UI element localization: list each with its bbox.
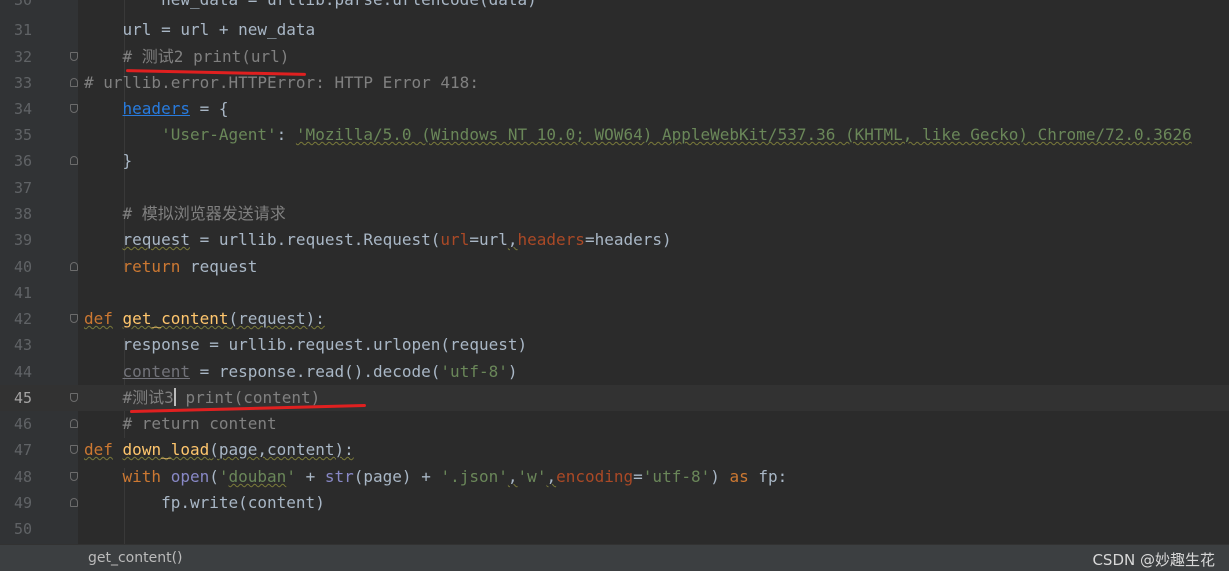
fold-marker-icon[interactable]: [70, 104, 78, 113]
line-number: 30: [13, 0, 32, 9]
code-text[interactable]: }: [84, 151, 133, 171]
code-text[interactable]: def down_load(page,content):: [84, 440, 354, 460]
code-text[interactable]: # 模拟浏览器发送请求: [84, 204, 286, 224]
line-number: 49: [13, 494, 32, 512]
code-editor[interactable]: 30 new_data = urllib.parse.urlencode(dat…: [0, 0, 1229, 544]
code-line[interactable]: 37: [0, 175, 1229, 201]
code-line[interactable]: 32 # 测试2 print(url): [0, 44, 1229, 70]
fold-marker-icon[interactable]: [70, 262, 78, 271]
code-text[interactable]: return request: [84, 257, 258, 277]
line-number: 33: [13, 74, 32, 92]
code-line[interactable]: 40 return request: [0, 254, 1229, 280]
line-number: 48: [13, 468, 32, 486]
code-line[interactable]: 41: [0, 280, 1229, 306]
fold-marker-icon[interactable]: [70, 52, 78, 61]
code-line[interactable]: 34 headers = {: [0, 96, 1229, 122]
code-line[interactable]: 30 new_data = urllib.parse.urlencode(dat…: [0, 0, 1229, 13]
code-text[interactable]: #测试3 print(content): [84, 388, 320, 408]
text-caret: [173, 388, 176, 406]
fold-marker-icon[interactable]: [70, 78, 78, 87]
code-text[interactable]: # urllib.error.HTTPError: HTTP Error 418…: [84, 73, 479, 93]
code-text[interactable]: # return content: [84, 414, 277, 434]
line-number: 50: [13, 520, 32, 538]
code-line[interactable]: 42 def get_content(request):: [0, 306, 1229, 332]
code-text[interactable]: with open('douban' + str(page) + '.json'…: [84, 467, 788, 487]
line-number: 43: [13, 336, 32, 354]
line-number: 47: [13, 441, 32, 459]
breadcrumb[interactable]: get_content(): [88, 550, 183, 566]
code-text[interactable]: response = urllib.request.urlopen(reques…: [84, 335, 528, 355]
code-text[interactable]: headers = {: [84, 99, 229, 119]
code-text[interactable]: url = url + new_data: [84, 20, 316, 40]
code-text[interactable]: content = response.read().decode('utf-8'…: [84, 362, 518, 382]
fold-marker-icon[interactable]: [70, 314, 78, 323]
code-line[interactable]: 43 response = urllib.request.urlopen(req…: [0, 332, 1229, 358]
fold-marker-icon[interactable]: [70, 156, 78, 165]
code-text[interactable]: fp.write(content): [84, 493, 325, 513]
line-number: 35: [13, 126, 32, 144]
fold-marker-icon[interactable]: [70, 419, 78, 428]
code-line[interactable]: 47 def down_load(page,content):: [0, 437, 1229, 463]
status-bar: get_content() CSDN @妙趣生花: [0, 544, 1229, 571]
line-number: 40: [13, 258, 32, 276]
code-line[interactable]: 46 # return content: [0, 411, 1229, 437]
fold-marker-icon[interactable]: [70, 498, 78, 507]
fold-marker-icon[interactable]: [70, 472, 78, 481]
code-line[interactable]: 33 # urllib.error.HTTPError: HTTP Error …: [0, 70, 1229, 96]
line-number: 38: [13, 205, 32, 223]
line-number: 32: [13, 48, 32, 66]
code-line-current[interactable]: 45 #测试3 print(content): [0, 385, 1229, 411]
code-line[interactable]: 35 'User-Agent': 'Mozilla/5.0 (Windows N…: [0, 122, 1229, 148]
code-text[interactable]: # 测试2 print(url): [84, 47, 290, 67]
line-number: 46: [13, 415, 32, 433]
line-number: 31: [13, 21, 32, 39]
code-line[interactable]: 39 request = urllib.request.Request(url=…: [0, 227, 1229, 253]
code-line[interactable]: 48 with open('douban' + str(page) + '.js…: [0, 464, 1229, 490]
code-text[interactable]: def get_content(request):: [84, 309, 325, 329]
code-line[interactable]: 36 }: [0, 148, 1229, 174]
code-line[interactable]: 31 url = url + new_data: [0, 17, 1229, 43]
line-number: 34: [13, 100, 32, 118]
code-line[interactable]: 38 # 模拟浏览器发送请求: [0, 201, 1229, 227]
line-number: 42: [13, 310, 32, 328]
line-number: 45: [13, 389, 32, 407]
line-number: 41: [13, 284, 32, 302]
fold-marker-icon[interactable]: [70, 393, 78, 402]
code-text[interactable]: 'User-Agent': 'Mozilla/5.0 (Windows NT 1…: [84, 125, 1192, 145]
code-text[interactable]: new_data = urllib.parse.urlencode(data): [84, 0, 537, 10]
line-number: 39: [13, 231, 32, 249]
watermark-text: CSDN @妙趣生花: [1092, 551, 1215, 569]
code-line[interactable]: 44 content = response.read().decode('utf…: [0, 359, 1229, 385]
code-line[interactable]: 50: [0, 516, 1229, 542]
line-number: 36: [13, 152, 32, 170]
code-line[interactable]: 49 fp.write(content): [0, 490, 1229, 516]
code-text[interactable]: request = urllib.request.Request(url=url…: [84, 230, 672, 250]
line-number: 44: [13, 363, 32, 381]
fold-marker-icon[interactable]: [70, 445, 78, 454]
line-number: 37: [13, 179, 32, 197]
